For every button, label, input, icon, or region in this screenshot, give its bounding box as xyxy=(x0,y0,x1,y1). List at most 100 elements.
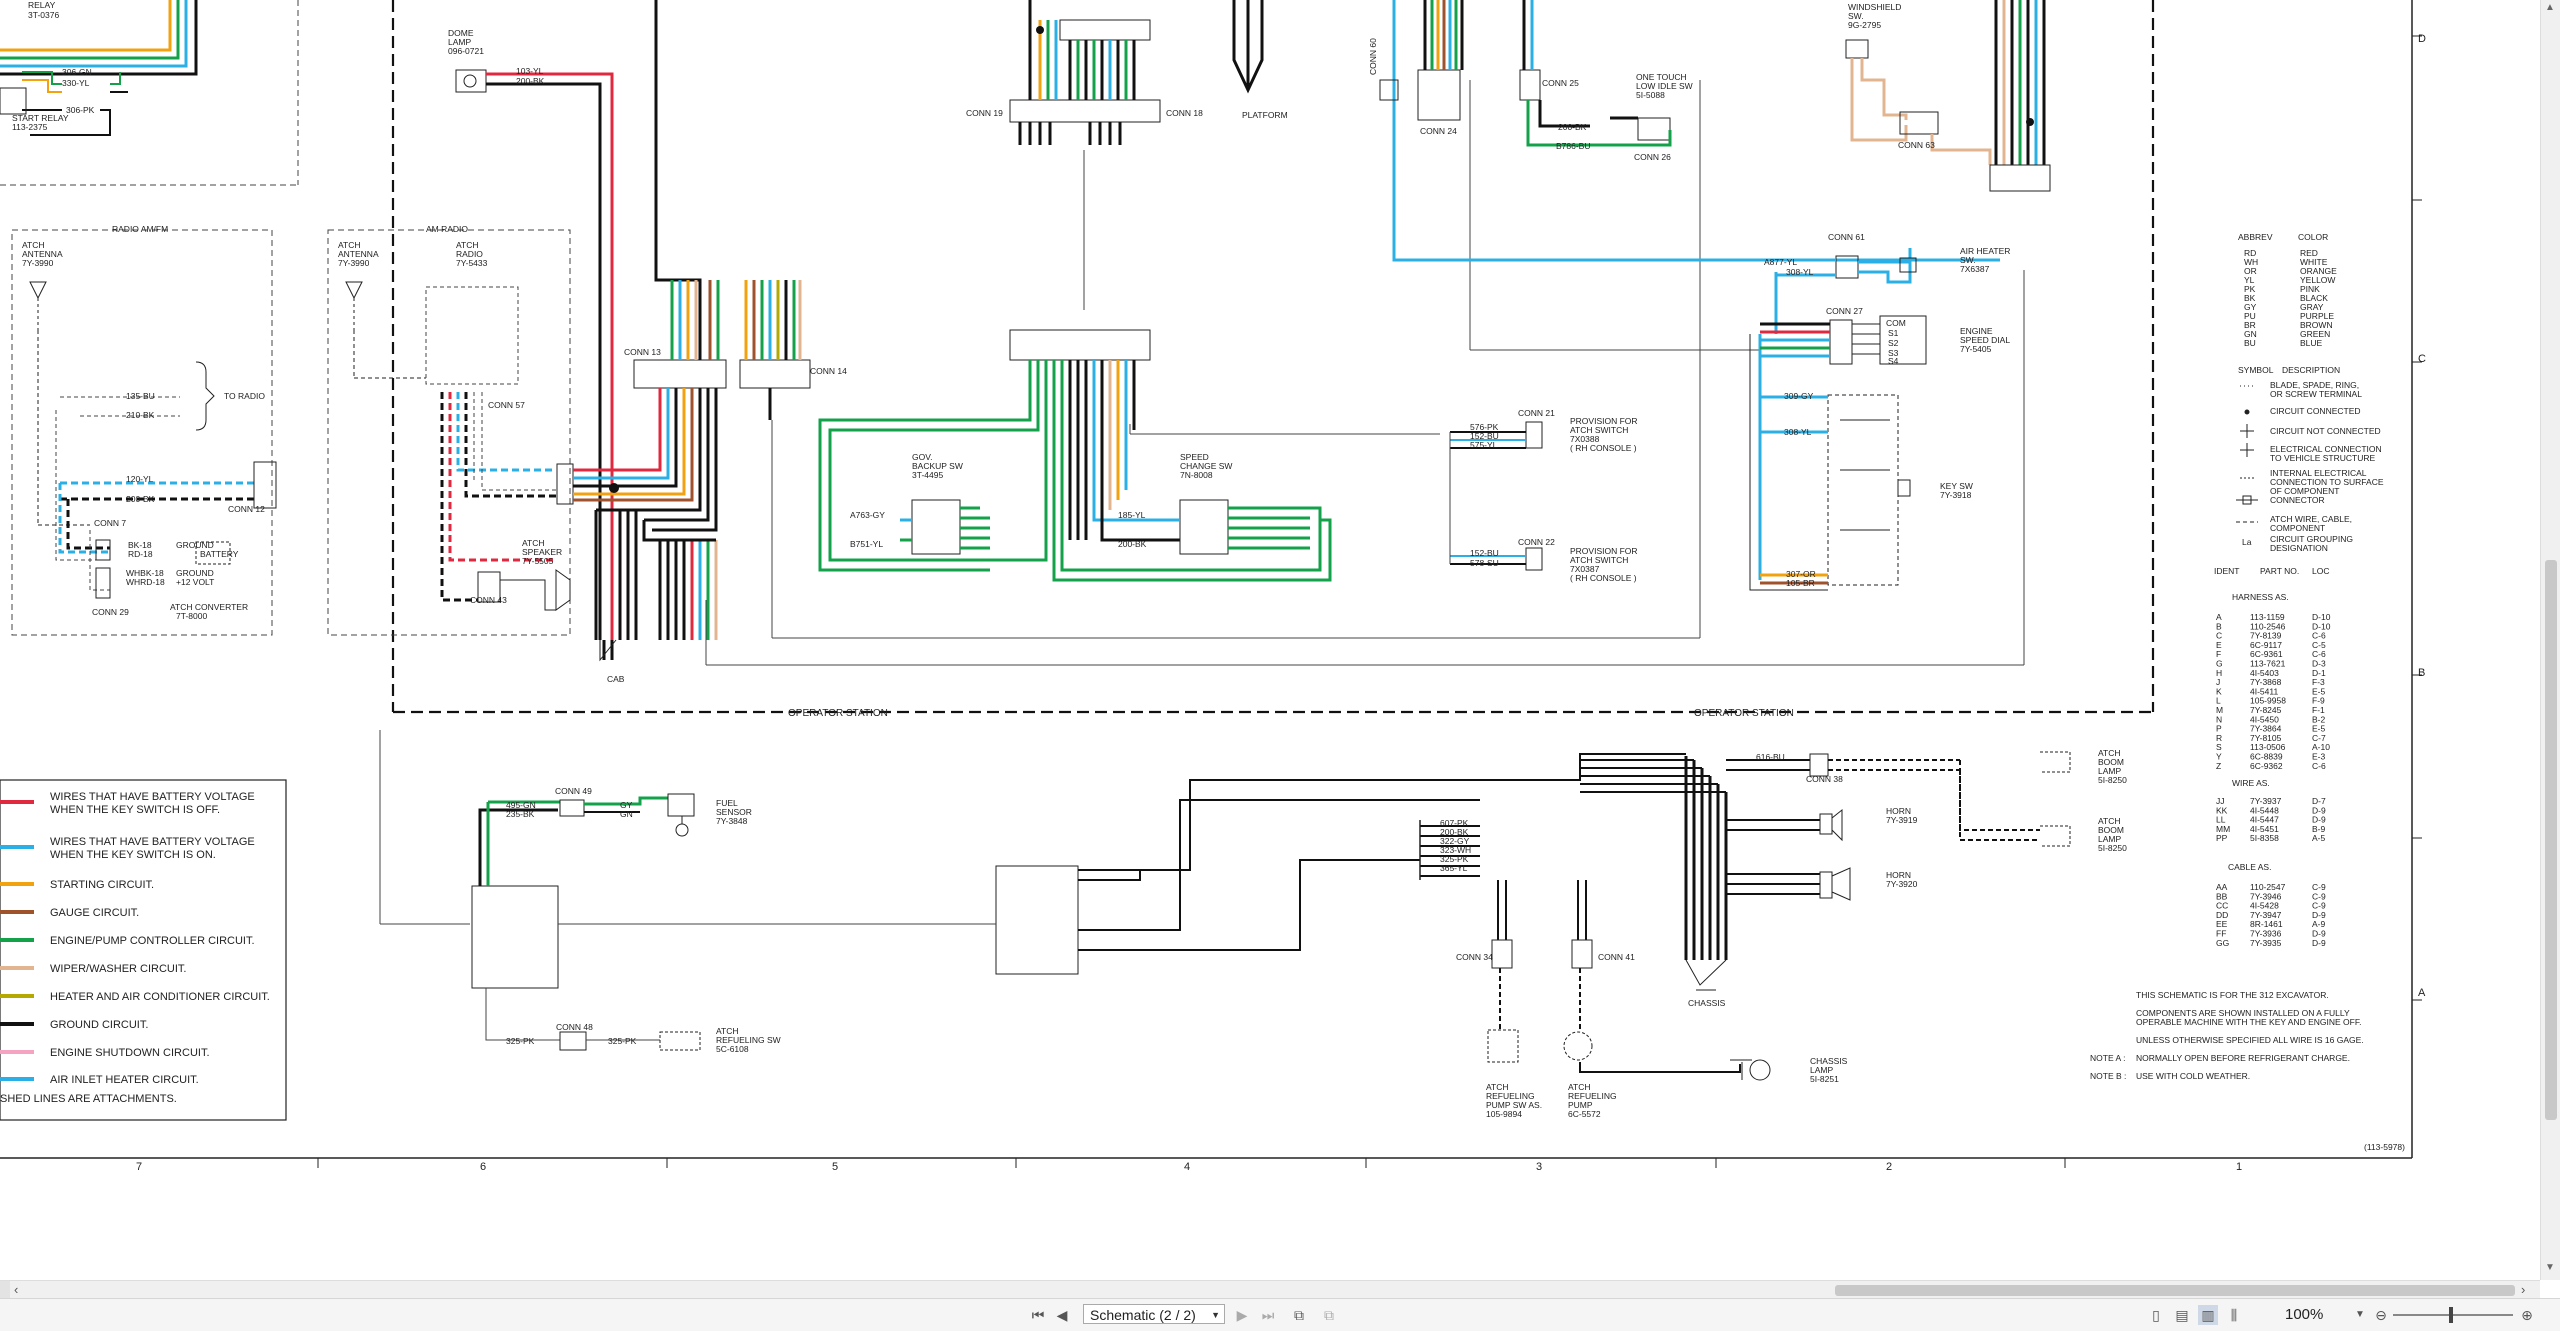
part-number-cell: 5I-8358 xyxy=(2250,833,2279,843)
wire-a877-yl: A877-YL xyxy=(1764,257,1797,267)
first-page-icon[interactable]: ⏮ xyxy=(1028,1305,1048,1325)
start-relay-circuit xyxy=(0,0,299,186)
right-controls xyxy=(1749,248,1927,591)
wire-235-bk: 235-BK xyxy=(506,809,535,819)
scroll-down-icon[interactable]: ▼ xyxy=(2545,1262,2555,1273)
facing-view-icon[interactable]: ▥ xyxy=(2198,1305,2218,1325)
conn-21-label: CONN 21 xyxy=(1518,408,1555,418)
drawing-frame xyxy=(0,0,2422,1168)
symbol-header: SYMBOL xyxy=(2238,365,2274,375)
location-cell: D-9 xyxy=(2312,938,2326,948)
harness-as-title: HARNESS AS. xyxy=(2232,592,2289,602)
horn-part-number-1: 7Y-3919 xyxy=(1886,815,1918,825)
page-view-icon[interactable]: ⧉ xyxy=(1288,1305,1310,1325)
scroll-left-icon[interactable]: ‹ xyxy=(14,1282,18,1297)
relay-label: RELAY xyxy=(28,0,56,10)
split-view-icon[interactable]: ⫼ xyxy=(2224,1305,2244,1325)
vertical-scroll-thumb[interactable] xyxy=(2545,560,2557,1120)
low-idle-part-number: 5I-5088 xyxy=(1636,90,1665,100)
wire-b786-bu: B786-BU xyxy=(1556,141,1591,151)
s1-label: S1 xyxy=(1888,328,1899,338)
single-page-view-icon[interactable]: ▯ xyxy=(2146,1305,2166,1325)
legend-air-inlet: AIR INLET HEATER CIRCUIT. xyxy=(50,1074,199,1086)
zoom-in-icon[interactable]: ⊕ xyxy=(2518,1305,2536,1325)
last-page-icon[interactable]: ⏭ xyxy=(1258,1305,1278,1325)
antenna-pn-1: 7Y-3990 xyxy=(22,258,54,268)
abbrev-color: BLUE xyxy=(2300,338,2323,348)
grid-col-3: 3 xyxy=(1536,1161,1542,1173)
wire-308-yl-2: 308-YL xyxy=(1784,427,1812,437)
continuous-view-icon[interactable]: ▤ xyxy=(2172,1305,2192,1325)
conn-41-label: CONN 41 xyxy=(1598,952,1635,962)
note-a: NORMALLY OPEN BEFORE REFRIGERANT CHARGE. xyxy=(2136,1053,2350,1063)
chassis-label: CHASSIS xyxy=(1688,998,1726,1008)
grid-col-5: 5 xyxy=(832,1161,838,1173)
wire-200-bk-conn25: 200-BK xyxy=(1558,122,1587,132)
legend-engine-pump: ENGINE/PUMP CONTROLLER CIRCUIT. xyxy=(50,935,255,947)
conn-61-label: CONN 61 xyxy=(1828,232,1865,242)
sym-desc-8b: DESIGNATION xyxy=(2270,543,2328,553)
zoom-slider[interactable] xyxy=(2393,1314,2513,1316)
ident-cell: Z xyxy=(2216,761,2221,771)
note-1: THIS SCHEMATIC IS FOR THE 312 EXCAVATOR. xyxy=(2136,990,2329,1000)
note-b: USE WITH COLD WEATHER. xyxy=(2136,1071,2250,1081)
page-selector[interactable]: Schematic (2 / 2) ▼ xyxy=(1083,1304,1225,1324)
zoom-slider-thumb[interactable] xyxy=(2449,1307,2453,1323)
grid-col-4: 4 xyxy=(1184,1161,1190,1173)
air-heater-part-number: 7X6387 xyxy=(1960,264,1990,274)
note-2b: OPERABLE MACHINE WITH THE KEY AND ENGINE… xyxy=(2136,1017,2361,1027)
relay-part-number: 3T-0376 xyxy=(28,10,59,20)
wire-table: JJ 7Y-3937 D-7KK 4I-5448 D-9LL 4I-5447 D-9MM 4I… xyxy=(2216,796,2326,843)
wire-330-yl: 330-YL xyxy=(62,78,90,88)
page-selector-label: Schematic (2 / 2) xyxy=(1090,1307,1196,1323)
note-a-label: NOTE A : xyxy=(2090,1053,2125,1063)
note-3: UNLESS OTHERWISE SPECIFIED ALL WIRE IS 1… xyxy=(2136,1035,2364,1045)
wire-306-pk: 306-PK xyxy=(66,105,95,115)
legend-battery-on-2: WHEN THE KEY SWITCH IS ON. xyxy=(50,849,216,861)
conn-19-label: CONN 19 xyxy=(966,108,1003,118)
wire-575-yl: 575-YL xyxy=(1470,440,1498,450)
cable-as-title: CABLE AS. xyxy=(2228,862,2271,872)
conn-38-label: CONN 38 xyxy=(1806,774,1843,784)
wire-578-su: 578-SU xyxy=(1470,558,1499,568)
viewer-toolbar: ⏮ ◀ Schematic (2 / 2) ▼ ▶ ⏭ ⧉ ⧉ ▯ ▤ ▥ ⫼ … xyxy=(0,1298,2560,1331)
wire-rd-18: RD-18 xyxy=(128,549,153,559)
scroll-up-icon[interactable]: ▲ xyxy=(2545,2,2555,13)
pump-sw-part-number: 105-9894 xyxy=(1486,1109,1522,1119)
circuit-grouping-lines xyxy=(705,80,2025,666)
wire-a763-gy: A763-GY xyxy=(850,510,885,520)
legend-battery-on-1: WIRES THAT HAVE BATTERY VOLTAGE xyxy=(50,836,255,848)
page-copy-icon[interactable]: ⧉ xyxy=(1318,1305,1340,1325)
grid-col-2: 2 xyxy=(1886,1161,1892,1173)
legend-dashed: SHED LINES ARE ATTACHMENTS. xyxy=(0,1093,177,1105)
zoom-out-icon[interactable]: ⊖ xyxy=(2372,1305,2390,1325)
radio-pn: 7Y-5433 xyxy=(456,258,488,268)
conn-24-label: CONN 24 xyxy=(1420,126,1457,136)
previous-page-icon[interactable]: ◀ xyxy=(1054,1305,1070,1325)
wire-308-yl: 308-YL xyxy=(1786,267,1814,277)
to-radio-label: TO RADIO xyxy=(224,391,265,401)
horizontal-scroll-thumb[interactable] xyxy=(1835,1285,2515,1296)
scroll-right-icon[interactable]: › xyxy=(2521,1282,2525,1297)
harness-table: A 113-1159 D-10B 110-2546 D-10C 7Y-8139 C-6E 6C… xyxy=(2216,612,2331,771)
conn-57-label: CONN 57 xyxy=(488,400,525,410)
zoom-level[interactable]: 100% xyxy=(2285,1305,2323,1325)
next-page-icon[interactable]: ▶ xyxy=(1234,1305,1250,1325)
rh-console-1: ( RH CONSOLE ) xyxy=(1570,443,1637,453)
operator-station-label-left: OPERATOR STATION xyxy=(788,708,888,719)
s4-label: S4 xyxy=(1888,356,1899,366)
windshield-part-number: 9G-2795 xyxy=(1848,20,1881,30)
vertical-scrollbar[interactable]: ▲ ▼ xyxy=(2540,0,2560,1280)
horizontal-scrollbar[interactable]: ‹ › xyxy=(0,1280,2540,1299)
wire-135-bu: 135-BU xyxy=(126,391,155,401)
conn-48-label: CONN 48 xyxy=(556,1022,593,1032)
s2-label: S2 xyxy=(1888,338,1899,348)
gov-speed-harness xyxy=(818,329,1332,582)
conn-34-label: CONN 34 xyxy=(1456,952,1493,962)
conn-60-label: CONN 60 xyxy=(1368,38,1378,75)
zoom-dropdown-icon[interactable]: ▼ xyxy=(2353,1305,2367,1325)
cab-label: CAB xyxy=(607,674,625,684)
conn-63-label: CONN 63 xyxy=(1898,140,1935,150)
legend-starting: STARTING CIRCUIT. xyxy=(50,879,154,891)
document-viewport: 7 6 5 4 3 2 1 D C B A OPERATOR STATION O… xyxy=(0,0,2540,1280)
